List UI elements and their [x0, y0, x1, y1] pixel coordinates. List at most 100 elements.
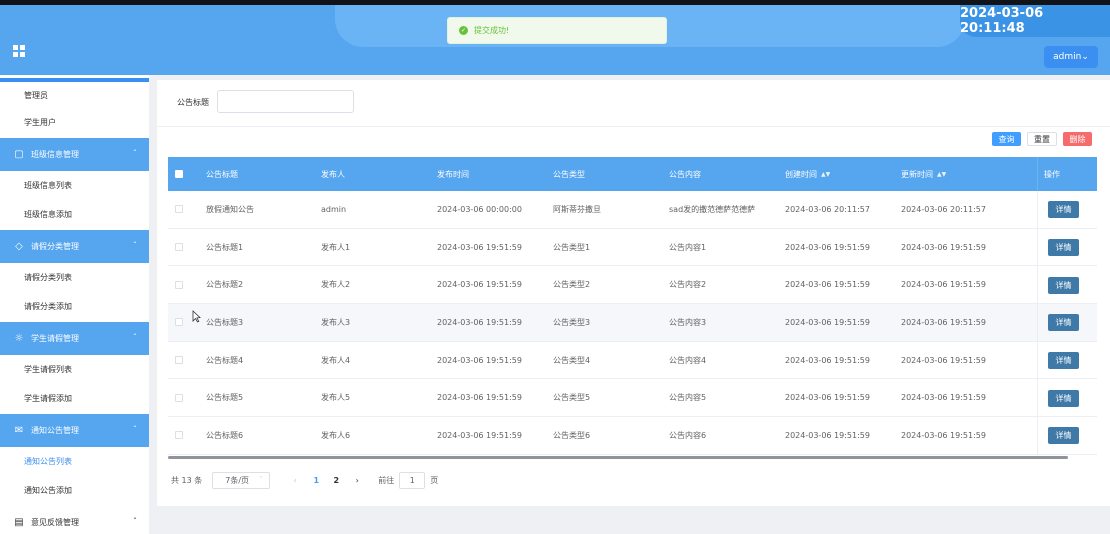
table-header: 公告标题 发布人 发布时间 公告类型 公告内容 创建时间 ▲▼ 更新时间 ▲▼ 操作 [168, 157, 1097, 191]
page-2[interactable]: 2 [326, 476, 346, 485]
table-cell: 2024-03-06 00:00:00 [437, 204, 522, 214]
col-updated[interactable]: 更新时间 ▲▼ [901, 157, 946, 191]
row-checkbox[interactable] [175, 393, 183, 402]
detail-button[interactable]: 详情 [1048, 201, 1079, 219]
row-checkbox[interactable] [175, 318, 183, 327]
notice-table: 公告标题 发布人 发布时间 公告类型 公告内容 创建时间 ▲▼ 更新时间 ▲▼ 操作… [168, 157, 1097, 457]
table-cell: 公告内容3 [669, 317, 707, 327]
table-row: 公告标题3 发布人3 2024-03-06 19:51:59 公告类型3 公告内容3 20… [168, 304, 1097, 342]
tag-icon: ◇ [15, 240, 23, 252]
table-row: 公告标题1 发布人1 2024-03-06 19:51:59 公告类型1 公告内容1 20… [168, 228, 1097, 267]
mouse-cursor-icon [192, 310, 201, 323]
table-cell: 公告内容4 [669, 355, 707, 365]
sidebar-group-label: 请假分类管理 [31, 241, 79, 251]
title-search-input[interactable] [217, 90, 354, 113]
col-actions: 操作 [1037, 157, 1097, 191]
prev-page-icon[interactable]: ‹ [284, 476, 306, 485]
reset-button[interactable]: 重置 [1027, 132, 1057, 146]
table-cell: 发布人2 [321, 280, 351, 290]
delete-button[interactable]: 删除 [1063, 132, 1092, 146]
total-count: 共 13 条 [171, 475, 203, 485]
col-created[interactable]: 创建时间 ▲▼ [785, 157, 830, 191]
detail-button[interactable]: 详情 [1048, 352, 1079, 370]
sidebar-item-leave-category-list[interactable]: 请假分类列表 [0, 262, 149, 292]
action-cell: 详情 [1037, 417, 1097, 454]
table-cell: 2024-03-06 19:51:59 [901, 317, 986, 327]
table-cell: 放假通知公告 [206, 204, 254, 214]
goto-page-input[interactable]: 1 [399, 471, 426, 489]
table-cell: 公告标题5 [206, 393, 244, 403]
sort-icon[interactable]: ▲▼ [937, 171, 946, 178]
sidebar-item-student-leave-list[interactable]: 学生请假列表 [0, 354, 149, 384]
sidebar-group-leave-category[interactable]: ◇ 请假分类管理 ˆ [0, 229, 149, 263]
table-cell: sad发的撒范德萨范德萨 [669, 204, 756, 214]
table-cell: 2024-03-06 19:51:59 [437, 393, 522, 403]
table-cell: 2024-03-06 19:51:59 [437, 430, 522, 440]
table-cell: 2024-03-06 19:51:59 [901, 280, 986, 290]
row-checkbox[interactable] [175, 356, 183, 365]
sidebar-group-notice[interactable]: ✉ 通知公告管理 ˆ [0, 413, 149, 447]
chevron-up-icon: ˆ [133, 148, 137, 158]
menu-grid-icon[interactable] [13, 45, 25, 57]
pagination: 共 13 条 7条/页 ˇ ‹ 1 2 › 前往 1 页 [171, 471, 438, 489]
page-size-select[interactable]: 7条/页 ˇ [212, 471, 271, 489]
table-body: 放假通知公告 admin 2024-03-06 00:00:00 阿斯蒂芬撒旦 sad发… [168, 191, 1097, 455]
sort-icon[interactable]: ▲▼ [821, 171, 830, 178]
mail-icon: ✉ [14, 424, 24, 436]
table-cell: 2024-03-06 19:51:59 [785, 355, 870, 365]
table-cell: 阿斯蒂芬撒旦 [553, 204, 601, 214]
sidebar-group-class[interactable]: ▢ 班级信息管理 ˆ [0, 137, 149, 171]
row-checkbox[interactable] [175, 280, 183, 289]
main-panel: 公告标题 查询 重置 删除 公告标题 发布人 发布时间 公告类型 公告内容 创建… [157, 80, 1110, 506]
horizontal-scrollbar[interactable] [168, 456, 1068, 459]
detail-button[interactable]: 详情 [1048, 239, 1079, 257]
table-cell: 发布人6 [321, 430, 351, 440]
sidebar-item-class-list[interactable]: 班级信息列表 [0, 170, 149, 200]
table-cell: 2024-03-06 19:51:59 [785, 393, 870, 403]
goto-suffix: 页 [430, 475, 439, 485]
table-cell: 公告内容6 [669, 430, 707, 440]
row-checkbox[interactable] [175, 205, 183, 214]
table-cell: 发布人3 [321, 317, 351, 327]
user-menu-button[interactable]: admin⌄ [1044, 46, 1098, 68]
query-button[interactable]: 查询 [992, 132, 1021, 146]
table-cell: 公告标题1 [206, 242, 244, 252]
table-cell: 2024-03-06 20:11:57 [785, 204, 870, 214]
table-cell: 公告类型4 [553, 355, 591, 365]
col-title: 公告标题 [206, 169, 238, 179]
sidebar-item-student-users[interactable]: 学生用户 [0, 108, 149, 138]
detail-button[interactable]: 详情 [1048, 389, 1079, 407]
sidebar-group-label: 学生请假管理 [31, 333, 79, 343]
gear-icon: ☼ [14, 332, 24, 344]
page-size-value: 7条/页 [225, 475, 250, 485]
col-actions-label: 操作 [1044, 169, 1060, 179]
search-label: 公告标题 [177, 98, 209, 107]
check-circle-icon: ✓ [459, 26, 468, 35]
page-1[interactable]: 1 [306, 476, 326, 485]
sidebar-group-feedback[interactable]: ▤ 意见反馈管理 ˇ [0, 505, 149, 534]
col-publisher: 发布人 [321, 169, 345, 179]
row-checkbox[interactable] [175, 431, 183, 440]
table-cell: 2024-03-06 19:51:59 [785, 317, 870, 327]
detail-button[interactable]: 详情 [1048, 314, 1079, 332]
sidebar-item-class-add[interactable]: 班级信息添加 [0, 200, 149, 230]
sidebar-item-notice-list[interactable]: 通知公告列表 [0, 446, 149, 476]
next-page-icon[interactable]: › [346, 476, 368, 485]
sidebar-item-student-leave-add[interactable]: 学生请假添加 [0, 384, 149, 414]
table-cell: 公告类型5 [553, 393, 591, 403]
success-toast: ✓ 提交成功! [447, 17, 667, 44]
sidebar-item-admin[interactable]: 管理员 [0, 82, 149, 108]
detail-button[interactable]: 详情 [1048, 276, 1079, 294]
sidebar-item-leave-category-add[interactable]: 请假分类添加 [0, 292, 149, 322]
row-checkbox[interactable] [175, 243, 183, 252]
table-cell: 公告内容1 [669, 242, 707, 252]
table-cell: 2024-03-06 19:51:59 [785, 242, 870, 252]
detail-button[interactable]: 详情 [1048, 427, 1079, 445]
sidebar: 管理员 学生用户 ▢ 班级信息管理 ˆ 班级信息列表 班级信息添加 ◇ 请假分类… [0, 75, 149, 534]
select-all-checkbox[interactable] [175, 170, 183, 178]
sidebar-group-student-leave[interactable]: ☼ 学生请假管理 ˆ [0, 321, 149, 355]
table-cell: 2024-03-06 19:51:59 [901, 430, 986, 440]
sidebar-group-label: 意见反馈管理 [31, 517, 79, 527]
sidebar-item-notice-add[interactable]: 通知公告添加 [0, 476, 149, 506]
table-cell: 2024-03-06 19:51:59 [785, 430, 870, 440]
